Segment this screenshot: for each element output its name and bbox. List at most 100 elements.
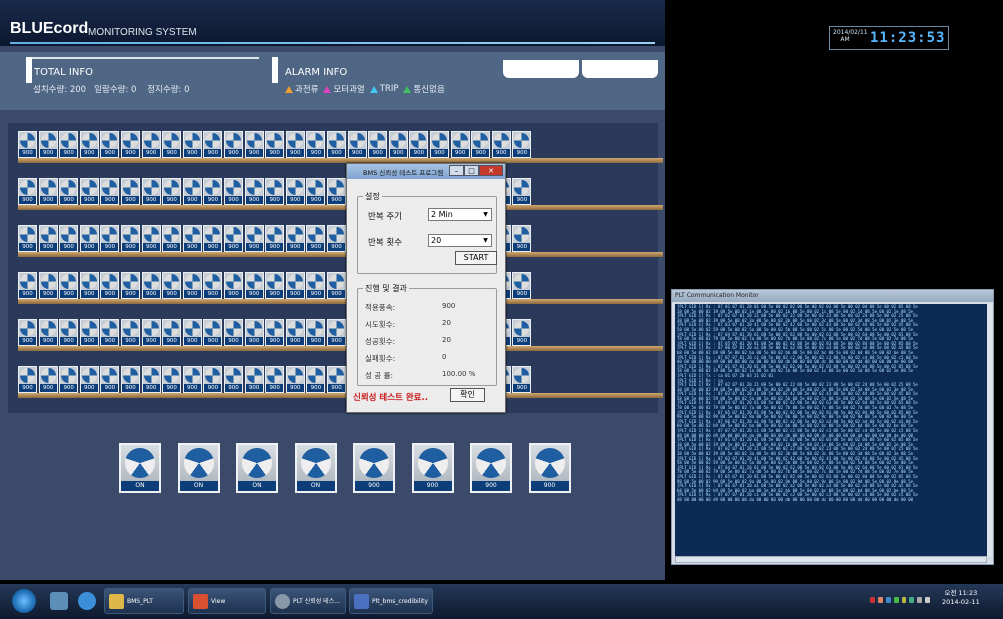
dialog-titlebar[interactable]: BMS 신뢰성 테스트 프로그램 – □ ✕ bbox=[347, 164, 505, 179]
fan-unit[interactable]: 900 bbox=[512, 366, 532, 393]
fan-unit[interactable]: 900 bbox=[224, 131, 243, 158]
fan-unit[interactable]: 900 bbox=[327, 178, 346, 205]
fan-unit[interactable]: 900 bbox=[224, 366, 243, 393]
fan-unit[interactable]: 900 bbox=[182, 366, 202, 393]
fan-unit[interactable]: 900 bbox=[141, 225, 161, 252]
fan-unit[interactable]: 900 bbox=[121, 178, 140, 205]
fan-unit[interactable]: 900 bbox=[38, 366, 58, 393]
taskbar-item-plt-test[interactable]: PLT 신뢰성 테스... bbox=[270, 588, 346, 614]
fan-unit[interactable]: 900 bbox=[18, 225, 37, 252]
chevron-down-icon[interactable]: ▼ bbox=[481, 210, 490, 219]
media-player-icon[interactable] bbox=[50, 592, 68, 610]
fan-unit[interactable]: 900 bbox=[409, 131, 429, 158]
start-button[interactable]: START bbox=[455, 251, 497, 265]
group-fan-unit[interactable]: 900 bbox=[528, 443, 571, 493]
chevron-down-icon[interactable]: ▼ bbox=[481, 236, 490, 245]
taskbar-item-plt-bms-credibility[interactable]: Plt_bms_credibility bbox=[349, 588, 433, 614]
comm-log[interactable]: [PLT GID 1] Rx : 87 01 07 01 20 01 00 5e… bbox=[675, 304, 987, 556]
fan-unit[interactable]: 900 bbox=[38, 178, 58, 205]
count-select[interactable]: 20 ▼ bbox=[428, 234, 492, 247]
tray-icon[interactable] bbox=[885, 597, 891, 603]
fan-unit[interactable]: 900 bbox=[38, 225, 58, 252]
fan-unit[interactable]: 900 bbox=[121, 319, 140, 346]
fan-unit[interactable]: 900 bbox=[100, 319, 120, 346]
fan-unit[interactable]: 900 bbox=[79, 366, 99, 393]
fan-unit[interactable]: 900 bbox=[224, 178, 243, 205]
fan-unit[interactable]: 900 bbox=[244, 225, 264, 252]
fan-unit[interactable]: 900 bbox=[430, 131, 449, 158]
fan-unit[interactable]: 900 bbox=[59, 131, 79, 158]
volume-icon[interactable] bbox=[925, 597, 930, 603]
fan-unit[interactable]: 900 bbox=[265, 319, 285, 346]
maximize-button[interactable]: □ bbox=[464, 165, 479, 176]
fan-unit[interactable]: 900 bbox=[327, 319, 346, 346]
fan-unit[interactable]: 900 bbox=[79, 178, 99, 205]
fan-unit[interactable]: 900 bbox=[285, 366, 305, 393]
comm-titlebar[interactable]: PLT Communication Monitor bbox=[672, 290, 993, 302]
fan-unit[interactable]: 900 bbox=[512, 225, 532, 252]
fan-unit[interactable]: 900 bbox=[285, 319, 305, 346]
group-fan-unit[interactable]: ON bbox=[236, 443, 278, 493]
fan-unit[interactable]: 900 bbox=[100, 366, 120, 393]
fan-unit[interactable]: 900 bbox=[162, 178, 182, 205]
fan-unit[interactable]: 900 bbox=[388, 131, 408, 158]
fan-unit[interactable]: 900 bbox=[59, 225, 79, 252]
fan-unit[interactable]: 900 bbox=[203, 225, 223, 252]
fan-unit[interactable]: 900 bbox=[18, 178, 37, 205]
group-fan-unit[interactable]: ON bbox=[119, 443, 161, 493]
ok-button[interactable]: 확인 bbox=[450, 388, 485, 402]
fan-unit[interactable]: 900 bbox=[244, 272, 264, 299]
fan-unit[interactable]: 900 bbox=[59, 178, 79, 205]
fan-unit[interactable]: 900 bbox=[59, 366, 79, 393]
fan-unit[interactable]: 900 bbox=[285, 272, 305, 299]
fan-unit[interactable]: 900 bbox=[285, 225, 305, 252]
network-icon[interactable] bbox=[917, 597, 923, 603]
fan-unit[interactable]: 900 bbox=[265, 366, 285, 393]
fan-unit[interactable]: 900 bbox=[347, 131, 367, 158]
fan-unit[interactable]: 900 bbox=[306, 319, 326, 346]
fan-unit[interactable]: 900 bbox=[244, 178, 264, 205]
fan-unit[interactable]: 900 bbox=[224, 225, 243, 252]
fan-unit[interactable]: 900 bbox=[38, 131, 58, 158]
fan-unit[interactable]: 900 bbox=[18, 319, 37, 346]
fan-unit[interactable]: 900 bbox=[18, 272, 37, 299]
fan-unit[interactable]: 900 bbox=[450, 131, 470, 158]
fan-unit[interactable]: 900 bbox=[162, 319, 182, 346]
taskbar-item-bms-plt[interactable]: BMS_PLT bbox=[104, 588, 184, 614]
fan-unit[interactable]: 900 bbox=[265, 178, 285, 205]
fan-unit[interactable]: 900 bbox=[327, 366, 346, 393]
fan-unit[interactable]: 900 bbox=[121, 366, 140, 393]
fan-unit[interactable]: 900 bbox=[100, 225, 120, 252]
minimize-button[interactable]: – bbox=[449, 165, 464, 176]
fan-unit[interactable]: 900 bbox=[368, 131, 388, 158]
fan-unit[interactable]: 900 bbox=[38, 319, 58, 346]
fan-unit[interactable]: 900 bbox=[285, 131, 305, 158]
internet-explorer-icon[interactable] bbox=[78, 592, 96, 610]
fan-unit[interactable]: 900 bbox=[224, 272, 243, 299]
fan-unit[interactable]: 900 bbox=[306, 131, 326, 158]
tray-clock[interactable]: 오전 11:23 2014-02-11 bbox=[942, 589, 980, 607]
fan-unit[interactable]: 900 bbox=[79, 225, 99, 252]
fan-unit[interactable]: 900 bbox=[79, 272, 99, 299]
fan-unit[interactable]: 900 bbox=[203, 319, 223, 346]
period-select[interactable]: 2 Min ▼ bbox=[428, 208, 492, 221]
fan-unit[interactable]: 900 bbox=[141, 178, 161, 205]
fan-unit[interactable]: 900 bbox=[491, 131, 511, 158]
fan-unit[interactable]: 900 bbox=[327, 272, 346, 299]
fan-unit[interactable]: 900 bbox=[203, 178, 223, 205]
windows-start-icon[interactable] bbox=[12, 589, 36, 613]
fan-unit[interactable]: 900 bbox=[79, 319, 99, 346]
tray-icon[interactable] bbox=[870, 597, 875, 603]
fan-unit[interactable]: 900 bbox=[121, 225, 140, 252]
fan-unit[interactable]: 900 bbox=[306, 225, 326, 252]
close-button[interactable]: ✕ bbox=[479, 165, 503, 176]
fan-unit[interactable]: 900 bbox=[100, 272, 120, 299]
fan-unit[interactable]: 900 bbox=[244, 131, 264, 158]
fan-unit[interactable]: 900 bbox=[265, 225, 285, 252]
tray-icon[interactable] bbox=[877, 597, 883, 603]
taskbar-item-view[interactable]: View bbox=[188, 588, 266, 614]
vertical-scrollbar[interactable] bbox=[987, 304, 992, 556]
fan-unit[interactable]: 900 bbox=[203, 272, 223, 299]
fan-unit[interactable]: 900 bbox=[327, 225, 346, 252]
fan-unit[interactable]: 900 bbox=[265, 131, 285, 158]
